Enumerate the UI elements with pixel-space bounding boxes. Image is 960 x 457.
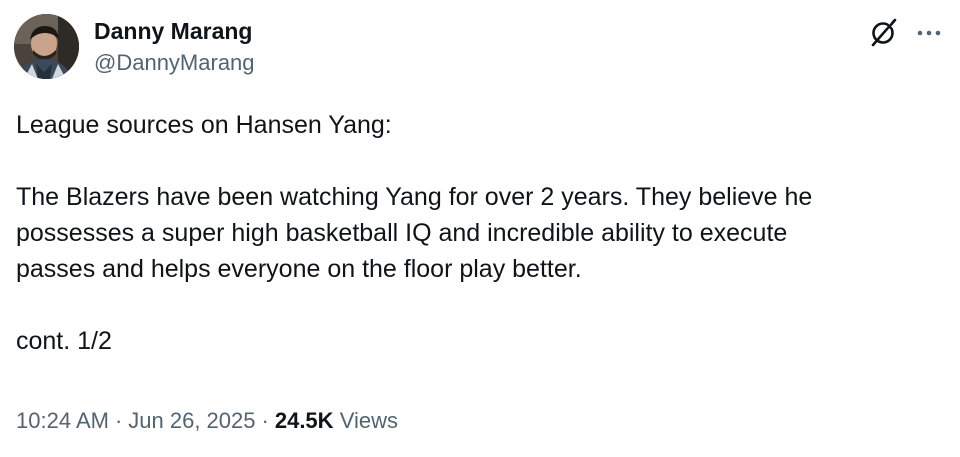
grok-glyph-icon (871, 18, 897, 47)
author-handle[interactable]: @DannyMarang (94, 48, 255, 78)
tweet-paragraph: League sources on Hansen Yang: (16, 111, 392, 139)
grok-icon[interactable] (868, 18, 898, 48)
tweet-paragraph: cont. 1/2 (16, 327, 112, 355)
author-display-name[interactable]: Danny Marang (94, 16, 255, 46)
tweet-card: Danny Marang @DannyMarang League sources… (0, 0, 960, 457)
avatar[interactable] (14, 14, 79, 79)
tweet-time[interactable]: 10:24 AM (16, 408, 109, 433)
meta-separator: · (261, 408, 269, 433)
views-label: Views (339, 408, 398, 433)
views-count: 24.5K (274, 408, 334, 433)
tweet-meta: 10:24 AM · Jun 26, 2025 · 24.5K Views (16, 406, 398, 436)
meta-separator: · (114, 408, 123, 433)
tweet-paragraph: The Blazers have been watching Yang for … (16, 183, 813, 283)
more-icon[interactable] (913, 18, 945, 48)
profile-photo-icon (14, 14, 79, 79)
ellipsis-icon (917, 30, 941, 36)
author-block: Danny Marang @DannyMarang (94, 16, 255, 78)
tweet-text: League sources on Hansen Yang: The Blaze… (16, 107, 946, 359)
tweet-date[interactable]: Jun 26, 2025 (128, 408, 255, 433)
views-link[interactable]: 24.5K Views (275, 408, 398, 433)
